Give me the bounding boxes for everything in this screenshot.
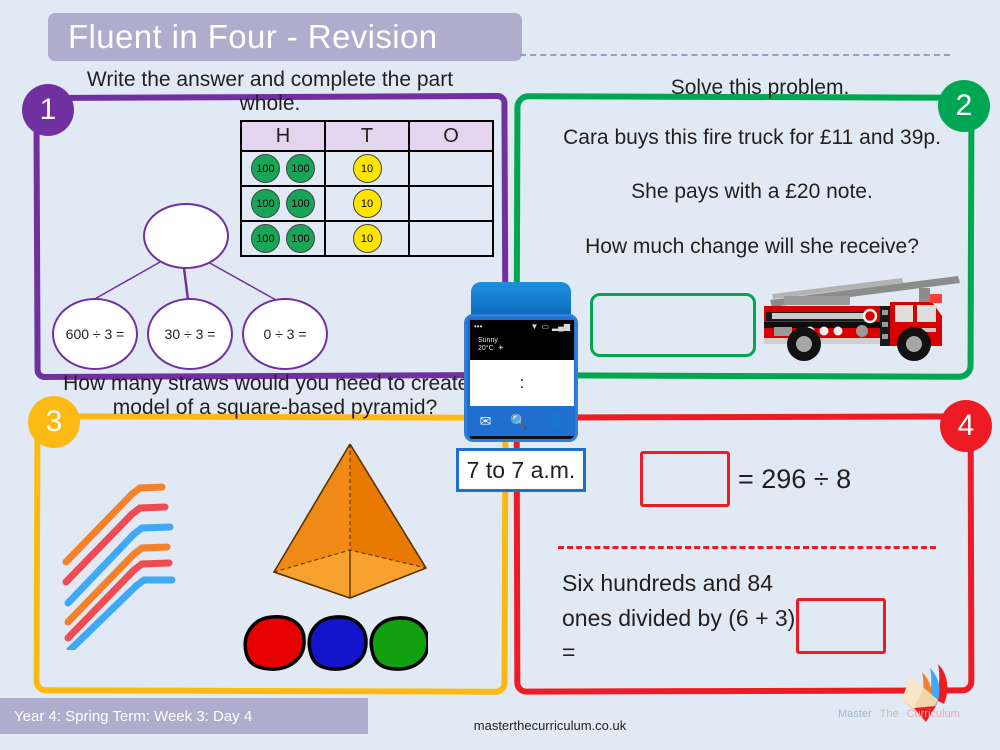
section-4-equation-1: = 296 ÷ 8 — [738, 463, 852, 494]
phone-speaker-chin — [470, 436, 574, 439]
wifi-icon: ▼ — [530, 322, 539, 331]
square-based-pyramid-icon — [272, 443, 428, 599]
section-1-number-badge: 1 — [22, 84, 74, 136]
cell-tens: 10 — [324, 150, 410, 187]
cell-ones — [408, 185, 494, 222]
phone-status-bar: ••• ▼ ▭ ▂▄▆ — [470, 320, 574, 334]
footer-lesson-label: Year 4: Spring Term: Week 3: Day 4 — [14, 707, 253, 725]
footer-website-url: masterthecurriculum.co.uk — [473, 718, 627, 733]
section-2-prompt: Solve this problem. — [670, 76, 850, 99]
section-2-line-1: Cara buys this fire truck for £11 and 39… — [563, 126, 941, 149]
time-answer-box: 7 to 7 a.m. — [456, 448, 586, 492]
part-whole-whole-circle[interactable] — [143, 203, 229, 269]
column-header-hundreds: H — [240, 120, 326, 152]
cell-hundreds: 100 100 — [240, 150, 326, 187]
section-4-text-2: Six hundreds and 84 ones divided by (6 +… — [562, 570, 796, 665]
battery-icon: ▭ — [541, 322, 550, 331]
logo-word-the: The — [879, 708, 899, 720]
page-title-banner: Fluent in Four - Revision — [48, 13, 522, 61]
section-2-line-3: How much change will she receive? — [585, 235, 919, 258]
cell-ones — [408, 150, 494, 187]
mail-icon[interactable]: ✉ — [480, 413, 492, 430]
column-header-tens: T — [324, 120, 410, 152]
part-whole-part-1[interactable]: 600 ÷ 3 = — [52, 298, 138, 370]
part-whole-part-2[interactable]: 30 ÷ 3 = — [147, 298, 233, 370]
brand-logo: Master The Curriculum — [838, 660, 992, 740]
section-3-number-badge: 3 — [28, 396, 80, 448]
footer-banner: Year 4: Spring Term: Week 3: Day 4 — [0, 698, 368, 734]
part-whole-diagram: 600 ÷ 3 = 30 ÷ 3 = 0 ÷ 3 = — [40, 200, 360, 375]
weather-condition: Sunny — [478, 337, 498, 344]
section-4-equation-row: = 296 ÷ 8 — [640, 448, 900, 510]
search-icon[interactable]: 🔍 — [510, 413, 527, 430]
sun-icon: ☀ — [497, 345, 504, 353]
drinking-straws-icon — [62, 483, 176, 650]
phone-body: ••• ▼ ▭ ▂▄▆ Sunny 20°C ☀ : ✉ 🔍 👤 — [464, 314, 578, 442]
part-whole-part-3[interactable]: 0 ÷ 3 = — [242, 298, 328, 370]
dots-icon: ••• — [474, 322, 483, 331]
phone-clock-display[interactable]: : — [470, 360, 574, 406]
weather-temperature: 20°C — [478, 345, 494, 353]
section-2-number-badge: 2 — [938, 80, 990, 132]
cell-ones — [408, 220, 494, 257]
page-title: Fluent in Four - Revision — [68, 18, 438, 55]
logo-word-master: Master — [838, 708, 872, 720]
section-3-prompt: How many straws would you need to create… — [63, 372, 487, 420]
section-2-answer-box[interactable] — [590, 293, 756, 357]
section-2-line-2: She pays with a £20 note. — [631, 180, 873, 203]
table-row: 100 100 10 — [240, 150, 494, 187]
signal-icon: ▂▄▆ — [552, 322, 570, 331]
section-1-prompt: Write the answer and complete the part w… — [86, 68, 454, 116]
contact-icon[interactable]: 👤 — [547, 413, 564, 430]
table-header-row: H T O — [240, 120, 494, 152]
smartphone-graphic: ••• ▼ ▭ ▂▄▆ Sunny 20°C ☀ : ✉ 🔍 👤 — [462, 282, 580, 462]
worksheet-page: Fluent in Four - Revision 1 2 3 4 Write … — [0, 0, 1000, 750]
section-4-divider — [558, 546, 936, 549]
counter-100: 100 — [251, 154, 280, 183]
pencil-icon — [902, 664, 948, 722]
phone-nav-bar: ✉ 🔍 👤 — [470, 406, 574, 436]
section-4-answer-box-1[interactable] — [640, 451, 730, 507]
column-header-ones: O — [408, 120, 494, 152]
counter-10: 10 — [352, 154, 382, 183]
fire-truck-icon — [764, 276, 960, 361]
counter-group-hundreds: 100 100 — [242, 154, 324, 183]
section-4-answer-box-2[interactable] — [796, 598, 886, 654]
logo-word-curriculum: Curriculum — [906, 708, 960, 720]
modelling-dough-blobs-icon — [243, 615, 428, 671]
counter-100: 100 — [286, 154, 315, 183]
phone-weather-widget: Sunny 20°C ☀ — [470, 334, 574, 360]
title-dashed-rule — [520, 54, 950, 56]
counter-group-tens: 10 — [326, 154, 408, 183]
section-4-number-badge: 4 — [940, 400, 992, 452]
